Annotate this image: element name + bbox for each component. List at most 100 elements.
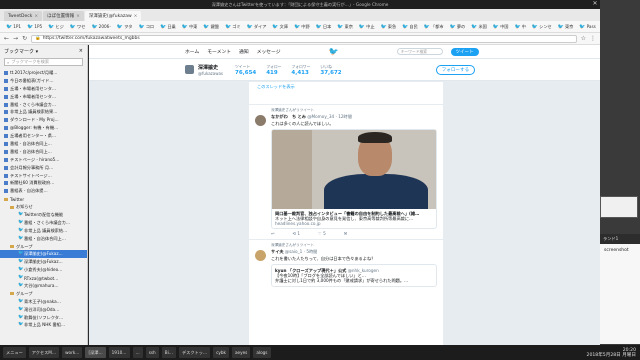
- bookmark-item[interactable]: 🐦 中止: [357, 24, 377, 30]
- bookmark-item[interactable]: 🐦 1P5: [25, 24, 44, 30]
- nav-messages[interactable]: メッセージ: [257, 48, 281, 55]
- url-field[interactable]: 🔒 https://twitter.com/fukazawatweets_mgb…: [31, 34, 577, 43]
- sidebar-bookmark-item[interactable]: 🐦 大谷(@mahura…: [0, 282, 87, 290]
- sidebar-bookmark-item[interactable]: テストサイトページ…: [0, 172, 87, 180]
- stat-following[interactable]: フォロー 419: [266, 64, 281, 76]
- bookmark-item[interactable]: 🐦 東京: [556, 24, 576, 30]
- sidebar-bookmark-item[interactable]: 番組 - さくら市議会カ…: [0, 101, 87, 109]
- bookmark-item[interactable]: 🐦 ダイア: [245, 24, 269, 30]
- sidebar-bookmark-item[interactable]: 🐦 深澤諭史(@Fukaz…: [0, 250, 87, 259]
- bookmark-item[interactable]: 🐦 東京: [335, 24, 355, 30]
- taskbar-item[interactable]: aeyes: [231, 347, 251, 358]
- sidebar-bookmark-item[interactable]: 今日の番組表(ガイド…: [0, 77, 87, 85]
- message-icon[interactable]: ✉: [344, 231, 348, 236]
- sidebar-bookmark-item[interactable]: グループ: [0, 290, 87, 298]
- screenshot-window-title[interactable]: ランド1: [600, 234, 640, 244]
- sidebar-bookmark-item[interactable]: 🐦 非常上品 NHK 番組…: [0, 322, 87, 330]
- taskbar-item[interactable]: alogs: [253, 347, 271, 358]
- like-icon[interactable]: ♡ 5: [318, 231, 326, 236]
- sidebar-bookmark-item[interactable]: 🐦 番組・さくら市議会カ…: [0, 219, 87, 227]
- bookmark-item[interactable]: 🐦 日乗: [158, 24, 178, 30]
- bookmark-item[interactable]: 🐦 米国: [469, 24, 489, 30]
- bookmark-search-input[interactable]: ⌕ ブックマークを検索: [4, 58, 83, 66]
- follow-button[interactable]: フォローする: [435, 64, 476, 75]
- tweet-author[interactable]: サイ夫: [271, 249, 284, 254]
- clock[interactable]: 20:20 2018年5月28日 月曜日: [587, 348, 640, 358]
- small-window[interactable]: [600, 196, 638, 218]
- bookmark-item[interactable]: 🐦 コロ: [136, 24, 156, 30]
- quoted-tweet[interactable]: kyun 「クローズアップ現代＋」公式 @nhk_kurogen 【今夜10時】…: [271, 264, 437, 287]
- taskbar-item[interactable]: アクセスM…: [28, 347, 60, 358]
- stat-tweets[interactable]: ツイート 76,654: [235, 64, 256, 76]
- taskbar-item[interactable]: Bi…: [161, 347, 176, 358]
- sidebar-title[interactable]: ブックマーク ▾: [4, 48, 38, 55]
- bookmark-item[interactable]: 🐦 夢の: [448, 24, 468, 30]
- stat-likes[interactable]: いいね 37,672: [320, 64, 341, 76]
- close-icon[interactable]: ×: [76, 14, 80, 19]
- reply-icon[interactable]: ↩: [271, 231, 275, 236]
- bookmark-item[interactable]: 🐦 シンセ: [530, 24, 554, 30]
- tweet[interactable]: 深澤諭史さんがリツイート なかがわ ち とみ @Momoy_34 · 12時間 …: [249, 104, 443, 239]
- screenshot-window[interactable]: screenshot: [600, 244, 640, 344]
- taskbar-item[interactable]: [深澤…: [85, 347, 106, 358]
- sidebar-bookmark-item[interactable]: 🐦 Twitterの配信な機能: [0, 211, 87, 219]
- bookmark-item[interactable]: 🐦 ヲタ: [115, 24, 135, 30]
- bookmark-item[interactable]: 🐦 1P1: [4, 24, 23, 30]
- sidebar-bookmark-item[interactable]: お知らせ: [0, 203, 87, 211]
- nav-moments[interactable]: モーメント: [207, 48, 231, 55]
- twitter-search-input[interactable]: キーワード検索: [396, 48, 443, 55]
- profile-name[interactable]: 深澤諭史: [198, 64, 223, 71]
- sidebar-bookmark-item[interactable]: グループ: [0, 243, 87, 251]
- stat-followers[interactable]: フォロワー 4,413: [291, 64, 310, 76]
- sidebar-bookmark-item[interactable]: Twitter: [0, 195, 87, 203]
- bookmark-item[interactable]: 🐦 ワセ: [68, 24, 88, 30]
- close-icon[interactable]: ×: [134, 14, 138, 19]
- back-arrow-icon[interactable]: ←: [4, 35, 9, 42]
- taskbar-item[interactable]: メニュー: [3, 347, 26, 358]
- star-icon[interactable]: ☆: [581, 35, 586, 42]
- sidebar-bookmark-item[interactable]: 新聞社60 消費税政府…: [0, 179, 87, 187]
- sidebar-bookmark-item[interactable]: 🐦 番組・自治体合同上…: [0, 235, 87, 243]
- forward-arrow-icon[interactable]: →: [13, 35, 18, 42]
- bookmark-item[interactable]: 🐦 中東: [180, 24, 200, 30]
- taskbar-item[interactable]: ssh: [145, 347, 159, 358]
- link-card[interactable]: 岡口基一裁判官、独占インタビュー「書籍の自由を制約した最高裁へ」(雑… ネット上…: [271, 129, 437, 229]
- sidebar-bookmark-item[interactable]: 丘場・市場者用センタ…: [0, 85, 87, 93]
- menu-icon[interactable]: ⋮: [590, 35, 596, 42]
- tweet-author[interactable]: なかがわ ち とみ: [271, 114, 306, 119]
- taskbar-item[interactable]: デスクトッ…: [178, 347, 211, 358]
- twitter-bird-icon[interactable]: 🐦: [329, 47, 339, 56]
- avatar[interactable]: [185, 65, 194, 74]
- sidebar-bookmark-item[interactable]: 番組表 - 自治体提…: [0, 187, 87, 195]
- bookmark-item[interactable]: 🐦 「都市: [422, 24, 446, 30]
- close-window-icon[interactable]: ✕: [590, 0, 600, 9]
- avatar[interactable]: [255, 250, 266, 261]
- bookmark-item[interactable]: 🐦 鍵盤: [201, 24, 221, 30]
- nav-home[interactable]: ホーム: [185, 48, 199, 55]
- bookmark-item[interactable]: 🐦 Pass: [577, 24, 598, 30]
- nav-notifications[interactable]: 通知: [239, 48, 249, 55]
- sidebar-bookmark-item[interactable]: 会計月報分事務所 月…: [0, 164, 87, 172]
- sidebar-bookmark-item[interactable]: 🐦 非常上品 議員検索結…: [0, 227, 87, 235]
- thread-link[interactable]: このスレッドを表示: [249, 82, 443, 104]
- taskbar-item[interactable]: cybk: [213, 347, 229, 358]
- tweet[interactable]: 深澤諭史さんがリツイート サイ夫 @saio_1 · 5時間 これを書いた人たち…: [249, 239, 443, 290]
- retweet-icon[interactable]: ⟲ 1: [293, 231, 301, 236]
- sidebar-bookmark-item[interactable]: 🐦 青木王子(@naka…: [0, 298, 87, 306]
- sidebar-bookmark-item[interactable]: 🐦 小倉秀夫(@hideo…: [0, 266, 87, 274]
- sidebar-bookmark-item[interactable]: 🐦 滝谷洋司(@Oda…: [0, 306, 87, 314]
- sidebar-bookmark-item[interactable]: @Blogger: 有機・有機…: [0, 124, 87, 132]
- taskbar-item[interactable]: work…: [62, 347, 83, 358]
- bookmark-item[interactable]: 🐦 文庫: [270, 24, 290, 30]
- tab-twitter-profile[interactable]: 深澤諭史(@fukazaw ×: [84, 11, 142, 21]
- bookmark-item[interactable]: 🐦 中野: [292, 24, 312, 30]
- sidebar-bookmark-item[interactable]: 丘場者用センター・県…: [0, 132, 87, 140]
- bookmark-item[interactable]: 🐦 ヒジ: [46, 24, 66, 30]
- taskbar-item[interactable]: …: [132, 347, 143, 358]
- sidebar-bookmark-item[interactable]: ダウンロード - My Proj…: [0, 116, 87, 124]
- sidebar-bookmark-item[interactable]: 🐦 深澤諭史(@Fukaz…: [0, 258, 87, 266]
- sidebar-bookmark-item[interactable]: 丘場・市場者用センタ…: [0, 93, 87, 101]
- bookmark-item[interactable]: 🐦 中国: [491, 24, 511, 30]
- taskbar-item[interactable]: 1910…: [108, 347, 130, 358]
- sidebar-bookmark-item[interactable]: 非常上品 議員検索結果…: [0, 108, 87, 116]
